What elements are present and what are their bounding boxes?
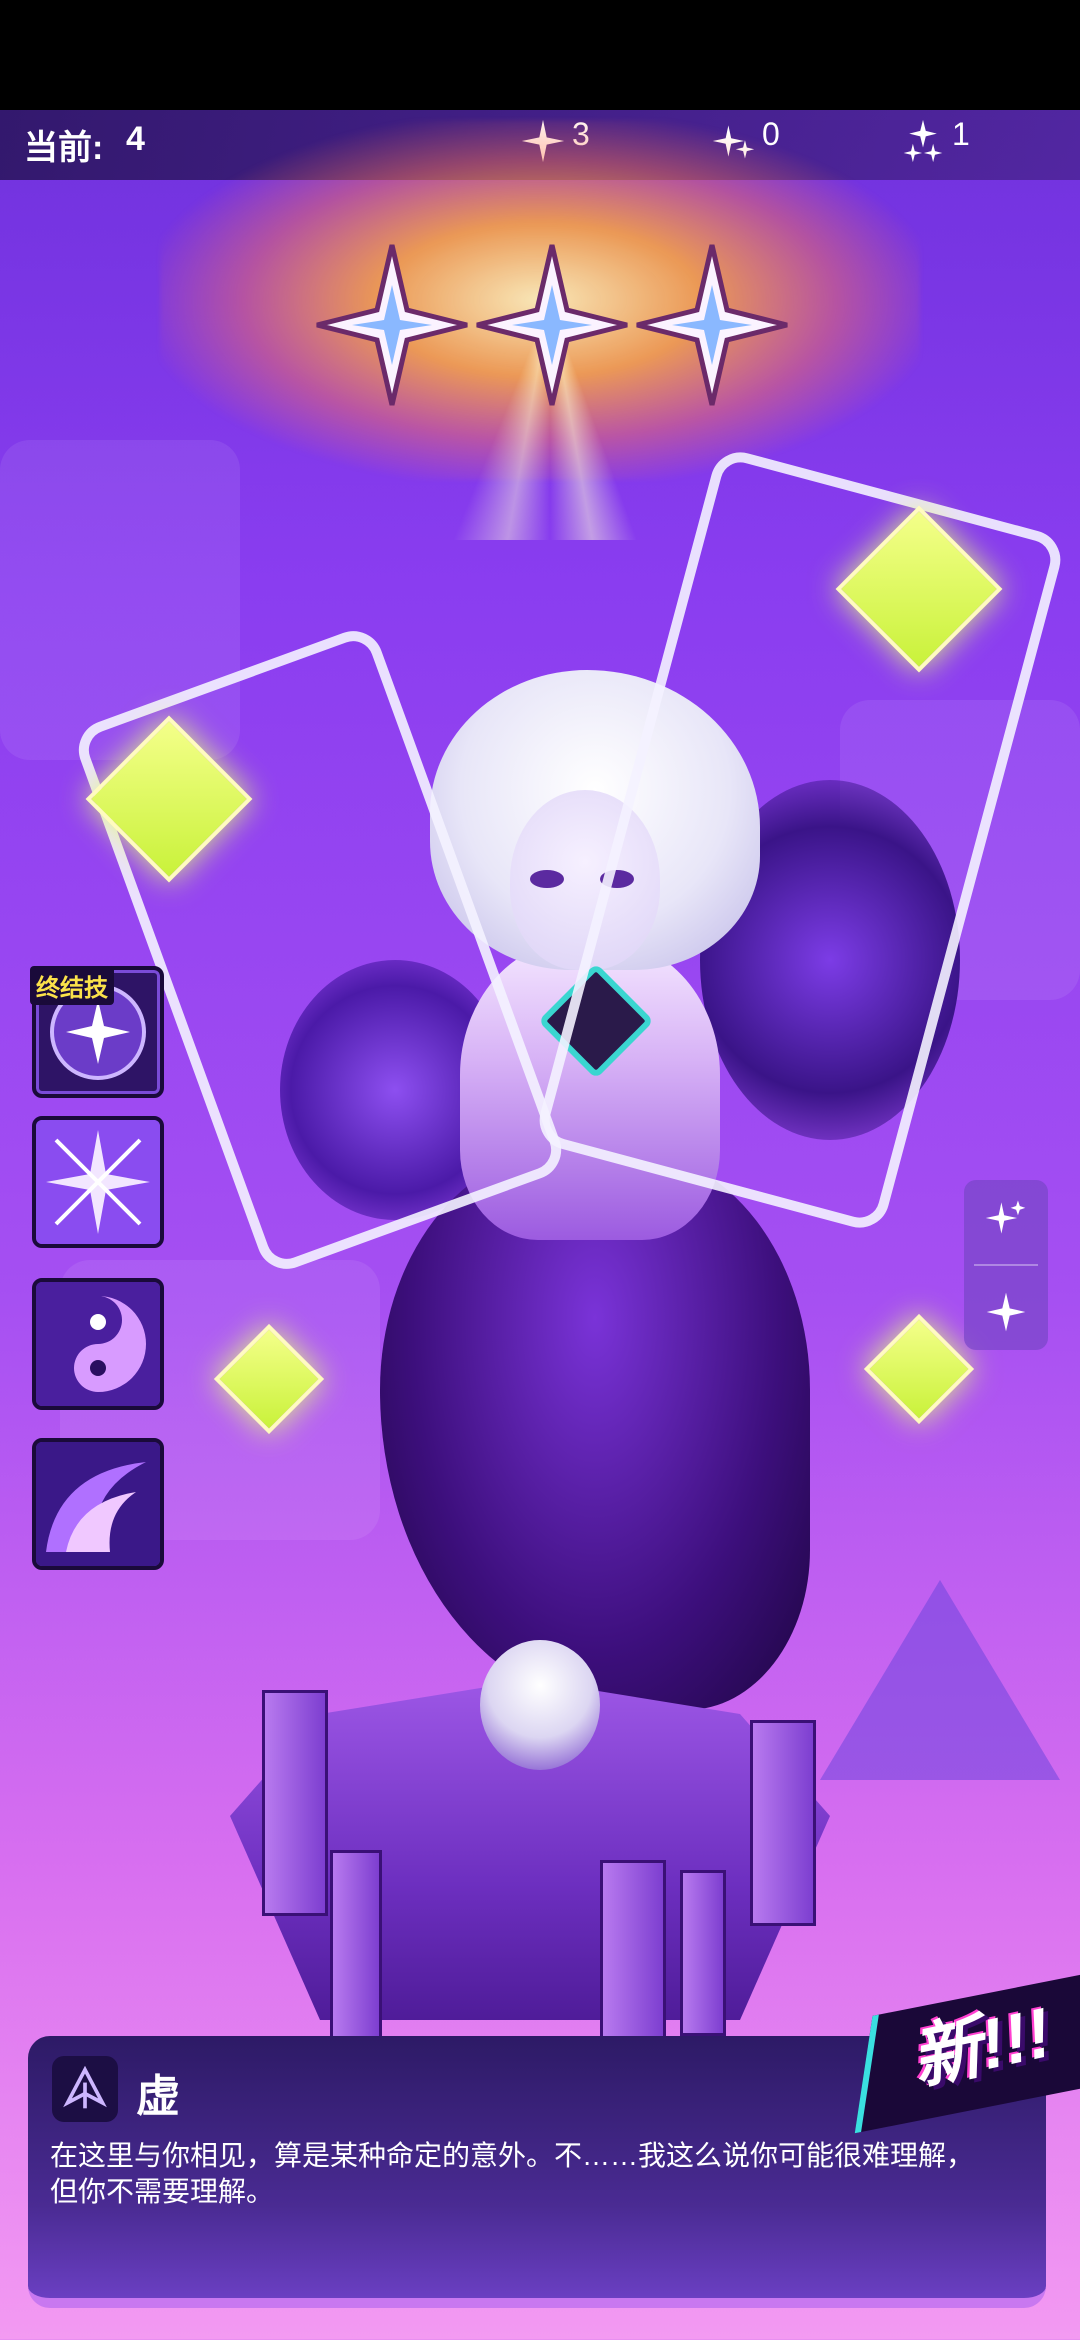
side-panel [964,1180,1048,1350]
rarity-star-icon [636,244,788,406]
speaker-name: 虚 [136,2072,180,2121]
pillar [330,1850,382,2046]
burst-skill-icon [36,1120,160,1244]
pillar [750,1720,816,1926]
swirl-skill-button[interactable] [32,1278,164,1410]
character-eye [530,870,564,888]
faction-emblem-icon [63,2066,107,2109]
character-illustration [70,445,1068,1710]
double-sparkle-button[interactable] [976,1188,1036,1248]
sparkle-button[interactable] [976,1282,1036,1342]
chain-gem [213,1323,325,1435]
pillar [680,1870,726,2036]
current-label: 当前: [24,129,104,167]
ultimate-skill-badge: 终结技 [30,966,114,1005]
side-divider [974,1264,1038,1266]
dialog-text-line: 在这里与你相见，算是某种命定的意外。不……我这么说你可能很难理解， [50,2140,975,2171]
current-value: 4 [126,120,145,158]
swirl-skill-icon [36,1282,160,1406]
wave-skill-icon [36,1442,160,1566]
chain-gem [863,1313,975,1425]
dialog-text: 在这里与你相见，算是某种命定的意外。不……我这么说你可能很难理解， 但你不需要理… [50,2138,1030,2210]
status-bar [0,0,1080,110]
faction-icon [52,2056,118,2122]
chibi-character [480,1640,600,1770]
double-sparkle-icon [985,1200,1026,1234]
bg-triangle [820,1580,1060,1780]
triple-star-value: 1 [952,115,970,152]
pillar [600,1860,666,2046]
burst-skill-button[interactable] [32,1116,164,1248]
wave-skill-button[interactable] [32,1438,164,1570]
rarity-star-icon [316,244,468,406]
dialog-text-line: 但你不需要理解。 [50,2176,275,2207]
sparkle-icon [986,1292,1026,1332]
rarity-star-icon [476,244,628,406]
pillar [262,1690,328,1916]
